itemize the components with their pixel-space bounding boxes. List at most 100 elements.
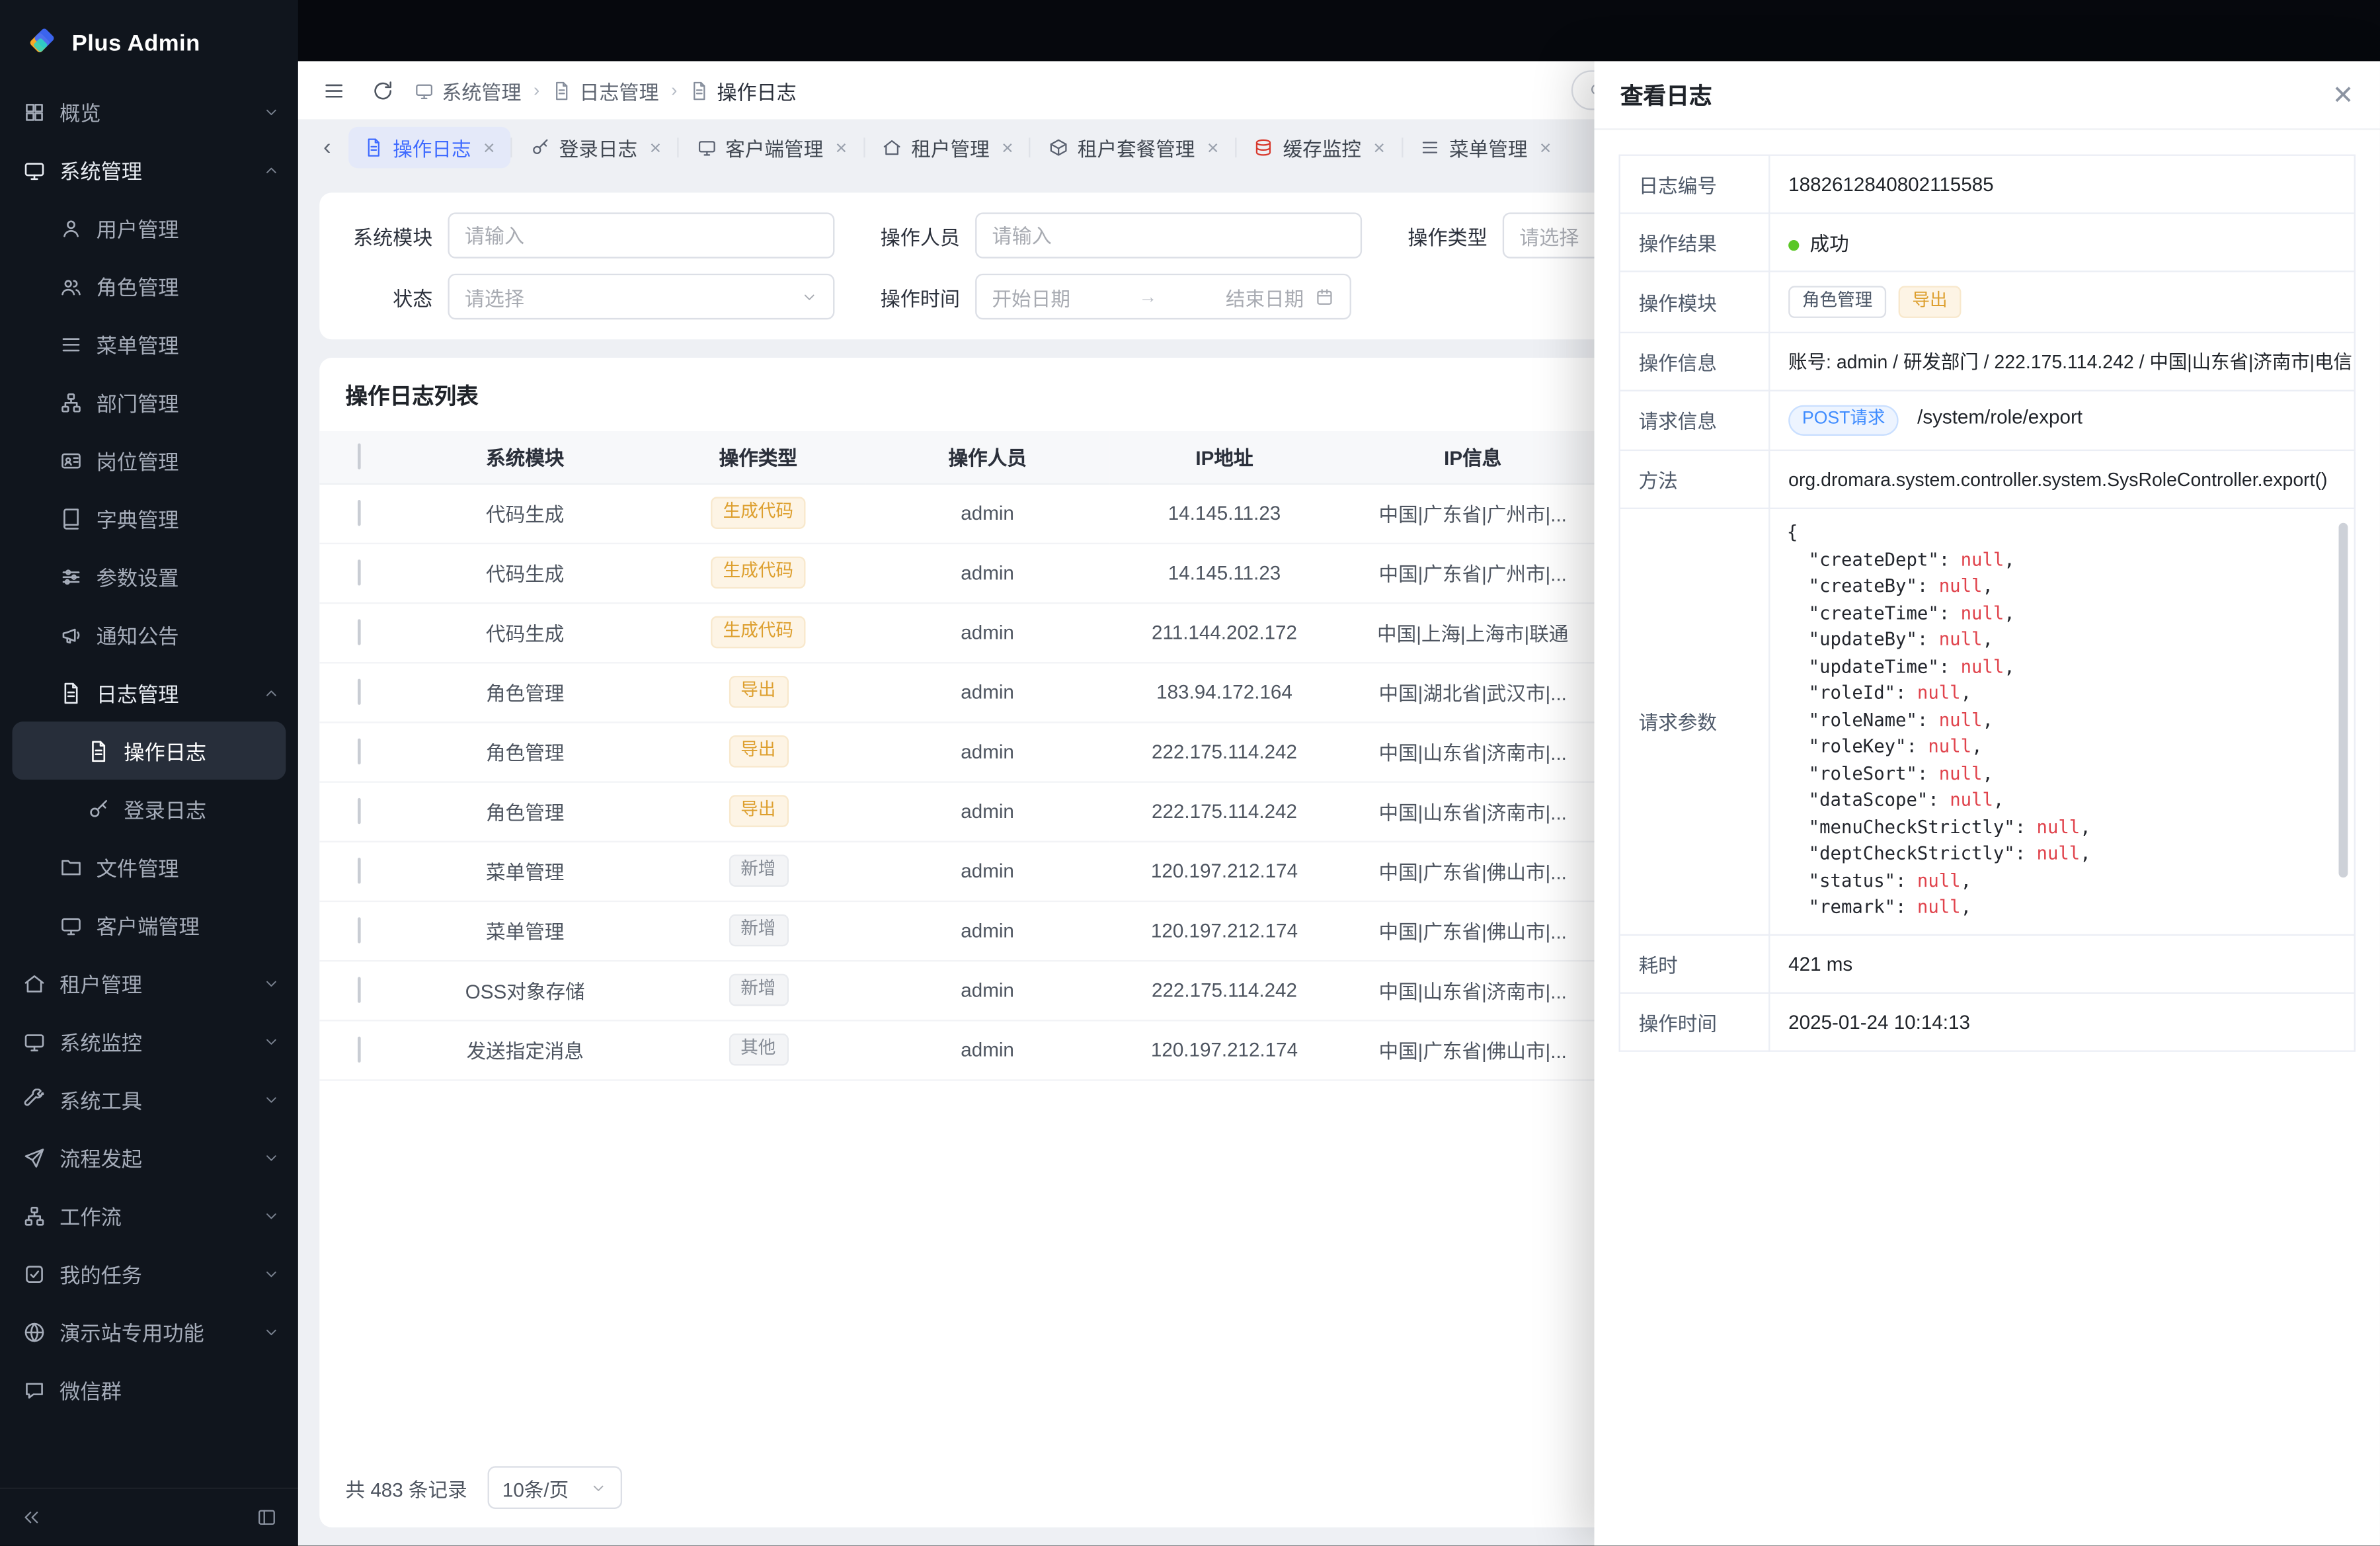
filter-module-label: 系统模块	[344, 221, 432, 250]
row-checkbox[interactable]	[358, 917, 361, 943]
breadcrumb-item[interactable]: 日志管理	[552, 75, 659, 104]
sidebar-item-login-log[interactable]: 登录日志	[0, 780, 298, 838]
close-icon[interactable]: ×	[483, 137, 495, 157]
row-checkbox-cell	[319, 960, 399, 1020]
filter-status-select[interactable]: 请选择	[448, 274, 834, 319]
monitor-icon	[23, 158, 46, 181]
sidebar-item-param-settings[interactable]: 参数设置	[0, 548, 298, 606]
tab-operation-log[interactable]: 操作日志×	[348, 126, 510, 167]
breadcrumb-label: 日志管理	[579, 75, 658, 104]
close-icon[interactable]: ×	[1540, 137, 1552, 157]
filter-time-range[interactable]: 开始日期 → 结束日期	[975, 274, 1351, 319]
row-checkbox[interactable]	[358, 619, 361, 645]
pagination: 共 483 条记录 10条/页	[346, 1466, 622, 1509]
sidebar-item-label: 工作流	[60, 1200, 249, 1231]
page-size-select[interactable]: 10条/页	[487, 1466, 621, 1509]
tab-tenant-package-mgmt[interactable]: 租户套餐管理 ×	[1033, 126, 1234, 167]
breadcrumb-item[interactable]: 操作日志	[690, 75, 797, 104]
cell-ip-info: 中国|山东省|济南市|...	[1339, 721, 1606, 781]
sidebar-item-system-monitor[interactable]: 系统监控	[0, 1012, 298, 1071]
sidebar-footer	[0, 1488, 298, 1546]
cell-ip: 222.175.114.242	[1110, 721, 1339, 781]
type-badge: 新增	[729, 973, 788, 1006]
send-icon	[23, 1146, 46, 1169]
sidebar-item-notice[interactable]: 通知公告	[0, 606, 298, 664]
select-all-checkbox[interactable]	[358, 444, 361, 469]
null-value: null	[1939, 628, 1983, 649]
close-icon[interactable]: ×	[1373, 137, 1385, 157]
row-checkbox[interactable]	[358, 500, 361, 526]
detail-row-result: 操作结果成功	[1620, 214, 2355, 272]
sidebar-item-role-mgmt[interactable]: 角色管理	[0, 257, 298, 315]
sidebar-item-label: 操作日志	[124, 735, 267, 766]
tab-menu-mgmt[interactable]: 菜单管理×	[1405, 126, 1567, 167]
filter-operator-input[interactable]	[975, 212, 1362, 258]
row-checkbox[interactable]	[358, 858, 361, 883]
close-icon[interactable]: ✕	[2332, 82, 2354, 108]
row-checkbox-cell	[319, 662, 399, 721]
null-value: null	[1950, 789, 1993, 810]
sidebar-item-menu-mgmt[interactable]: 菜单管理	[0, 315, 298, 373]
sidebar-item-user-mgmt[interactable]: 用户管理	[0, 199, 298, 257]
sidebar-item-log-mgmt[interactable]: 日志管理	[0, 663, 298, 721]
sidebar-item-system-mgmt[interactable]: 系统管理	[0, 141, 298, 199]
request-url: /system/role/export	[1917, 405, 2082, 428]
sidebar-item-my-tasks[interactable]: 我的任务	[0, 1244, 298, 1303]
monitor-icon	[23, 1030, 46, 1053]
filter-module-input[interactable]	[448, 212, 834, 258]
sidebar-item-label: 系统工具	[60, 1084, 249, 1114]
task-icon	[23, 1262, 46, 1285]
row-checkbox[interactable]	[358, 977, 361, 1002]
sidebar-item-label: 租户管理	[60, 968, 249, 998]
close-icon[interactable]: ×	[836, 137, 848, 157]
sidebar-item-workflow[interactable]: 工作流	[0, 1186, 298, 1244]
type-badge: 生成代码	[711, 556, 805, 589]
breadcrumb-item[interactable]: 系统管理	[415, 75, 522, 104]
close-icon[interactable]: ×	[650, 137, 662, 157]
null-value: null	[1917, 682, 1961, 703]
home-icon	[23, 971, 46, 995]
sidebar-item-operation-log[interactable]: 操作日志	[12, 721, 286, 780]
close-icon[interactable]: ×	[1002, 137, 1013, 157]
row-checkbox-cell	[319, 781, 399, 840]
tabs-scroll-left-button[interactable]: ‹	[310, 128, 344, 165]
row-checkbox[interactable]	[358, 798, 361, 824]
row-checkbox[interactable]	[358, 559, 361, 585]
sidebar-item-tenant-mgmt[interactable]: 租户管理	[0, 954, 298, 1012]
users-icon	[60, 274, 83, 298]
hamburger-menu-button[interactable]	[317, 73, 350, 107]
cell-type: 生成代码	[651, 602, 865, 662]
sidebar-item-post-mgmt[interactable]: 岗位管理	[0, 431, 298, 489]
app-logo[interactable]: Plus Admin	[0, 0, 298, 77]
row-checkbox[interactable]	[358, 1037, 361, 1063]
detail-label: 操作时间	[1620, 993, 1770, 1051]
type-badge: 生成代码	[711, 616, 805, 649]
sidebar-item-process-start[interactable]: 流程发起	[0, 1128, 298, 1186]
null-value: null	[1917, 870, 1961, 891]
sidebar-item-file-mgmt[interactable]: 文件管理	[0, 838, 298, 896]
row-checkbox-cell	[319, 543, 399, 602]
db-icon	[1254, 137, 1274, 157]
type-badge: 其他	[729, 1033, 788, 1066]
close-icon[interactable]: ×	[1207, 137, 1219, 157]
tab-cache-monitor[interactable]: 缓存监控×	[1238, 126, 1400, 167]
sidebar-item-demo-features[interactable]: 演示站专用功能	[0, 1303, 298, 1361]
tab-label: 租户套餐管理	[1078, 132, 1195, 161]
sidebar-item-system-tools[interactable]: 系统工具	[0, 1070, 298, 1128]
tab-tenant-mgmt[interactable]: 租户管理×	[867, 126, 1029, 167]
tab-login-log[interactable]: 登录日志×	[515, 126, 677, 167]
tab-client-mgmt[interactable]: 客户端管理×	[681, 126, 862, 167]
sidebar-item-wechat-group[interactable]: 微信群	[0, 1361, 298, 1419]
row-checkbox[interactable]	[358, 739, 361, 764]
scrollbar-thumb[interactable]	[2339, 523, 2348, 877]
refresh-button[interactable]	[366, 73, 399, 107]
cell-type: 新增	[651, 901, 865, 960]
sidebar-item-dict-mgmt[interactable]: 字典管理	[0, 489, 298, 548]
sidebar-item-client-mgmt[interactable]: 客户端管理	[0, 896, 298, 954]
collapse-sidebar-icon[interactable]	[21, 1508, 41, 1527]
sidebar-item-overview[interactable]: 概览	[0, 83, 298, 141]
row-checkbox[interactable]	[358, 679, 361, 705]
layout-panel-icon[interactable]	[257, 1508, 276, 1527]
null-value: null	[1939, 575, 1983, 596]
sidebar-item-dept-mgmt[interactable]: 部门管理	[0, 373, 298, 431]
